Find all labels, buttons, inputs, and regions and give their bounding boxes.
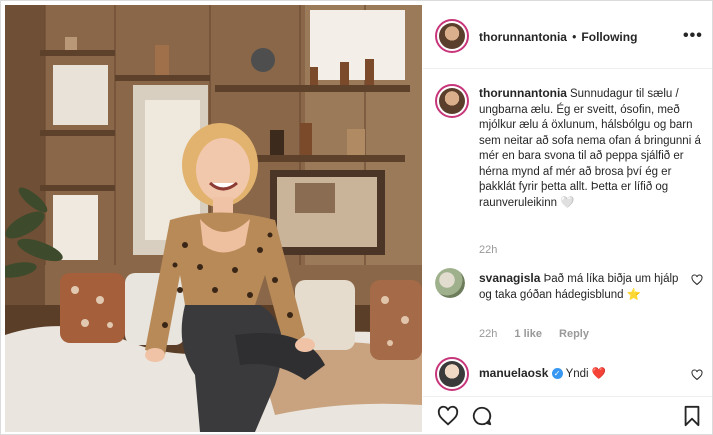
caption-body: Sunnudagur til sælu / ungbarna ælu. Ég e… bbox=[479, 88, 701, 209]
post-header: thorunnantonia • Following ••• bbox=[423, 1, 712, 69]
author-avatar[interactable] bbox=[435, 19, 469, 53]
comment-username[interactable]: svanagisla bbox=[479, 271, 540, 285]
comments-list[interactable]: thorunnantonia Sunnudagur til sælu / ungb… bbox=[423, 70, 712, 353]
header-user-line: thorunnantonia • Following bbox=[479, 30, 637, 44]
caption-text: thorunnantonia Sunnudagur til sælu / ungb… bbox=[479, 86, 707, 211]
post-side-panel: thorunnantonia • Following ••• thorunnan… bbox=[423, 1, 712, 434]
comment-username[interactable]: manuelaosk bbox=[479, 366, 548, 380]
post-photo[interactable] bbox=[5, 5, 422, 432]
bookmark-icon[interactable] bbox=[681, 405, 703, 427]
heart-outline-icon[interactable] bbox=[437, 405, 459, 427]
caption-username[interactable]: thorunnantonia bbox=[479, 86, 567, 100]
comment-like-heart-icon[interactable] bbox=[691, 369, 703, 381]
more-options-icon[interactable]: ••• bbox=[683, 27, 703, 45]
comment-reply-button[interactable]: Reply bbox=[559, 328, 589, 340]
comment-body: Yndi ❤️ bbox=[565, 368, 607, 380]
comment-likes[interactable]: 1 like bbox=[514, 328, 542, 340]
comment-meta: 22h 1 like Reply bbox=[479, 328, 589, 340]
comment-like-heart-icon[interactable] bbox=[691, 274, 703, 286]
verified-badge-icon: ✓ bbox=[551, 368, 563, 380]
header-username[interactable]: thorunnantonia bbox=[479, 30, 567, 44]
photo-illustration bbox=[5, 5, 422, 432]
post-actions-bar bbox=[423, 396, 712, 434]
comment-bubble-icon[interactable] bbox=[471, 405, 493, 427]
header-separator: • bbox=[572, 32, 577, 44]
following-button[interactable]: Following bbox=[581, 30, 637, 44]
comment-avatar[interactable] bbox=[435, 357, 469, 391]
comment-text: manuelaosk ✓ Yndi ❤️ bbox=[479, 365, 679, 382]
caption-avatar[interactable] bbox=[435, 84, 469, 118]
caption-time[interactable]: 22h bbox=[479, 244, 497, 256]
comment-time[interactable]: 22h bbox=[479, 328, 497, 340]
comment-text: svanagisla Það má líka biðja um hjálp og… bbox=[479, 270, 679, 303]
comment-avatar[interactable] bbox=[435, 268, 465, 298]
